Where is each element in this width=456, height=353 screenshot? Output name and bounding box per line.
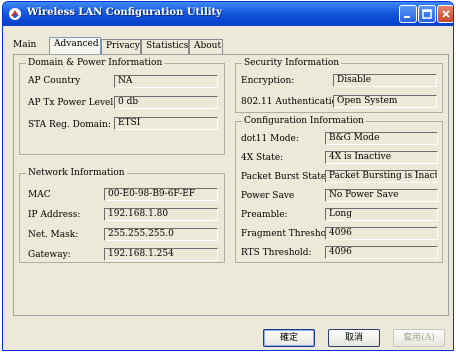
fragment-threshold-label: Fragment Threshold: <box>241 229 338 239</box>
security-group: Security Information Encryption: Disable… <box>235 58 443 113</box>
mac-label: MAC <box>28 190 51 200</box>
4x-state-value: 4X is Inactive <box>325 151 438 164</box>
authentication-value: Open System <box>333 95 437 108</box>
4x-state-label: 4X State: <box>241 153 284 163</box>
tab-statistics[interactable]: Statistics <box>141 39 189 54</box>
ip-address-value: 192.168.1.80 <box>104 208 218 221</box>
sta-reg-domain-value: ETSI <box>114 117 218 130</box>
mac-value: 00-E0-98-B9-6F-EF <box>104 188 218 201</box>
minimize-button[interactable] <box>399 5 417 23</box>
fragment-threshold-value: 4096 <box>325 227 438 240</box>
tab-about[interactable]: About <box>189 39 223 54</box>
net-mask-label: Net. Mask: <box>28 230 79 240</box>
domain-power-legend: Domain & Power Information <box>26 58 165 68</box>
apply-button[interactable]: 套用(A) <box>393 329 445 347</box>
net-mask-value: 255.255.255.0 <box>104 228 218 241</box>
network-legend: Network Information <box>26 168 127 178</box>
packet-burst-label: Packet Burst State: <box>241 172 330 182</box>
ap-tx-power-label: AP Tx Power Level: <box>28 98 117 108</box>
wireless-app-icon <box>9 8 21 20</box>
window-title: Wireless LAN Configuration Utility <box>27 7 222 18</box>
ip-address-label: IP Address: <box>28 210 81 220</box>
dot11-mode-value: B&G Mode <box>325 132 438 145</box>
power-save-label: Power Save <box>241 191 295 201</box>
power-save-value: No Power Save <box>325 189 438 202</box>
ap-country-value: NA <box>114 75 218 88</box>
tab-privacy[interactable]: Privacy <box>101 39 141 54</box>
sta-reg-domain-label: STA Reg. Domain: <box>28 120 111 130</box>
network-group: Network Information MAC 00-E0-98-B9-6F-E… <box>19 168 225 263</box>
configuration-legend: Configuration Information <box>242 116 366 126</box>
encryption-value: Disable <box>333 74 437 87</box>
dot11-mode-label: dot11 Mode: <box>241 134 299 144</box>
security-legend: Security Information <box>242 58 342 68</box>
preamble-label: Preamble: <box>241 210 288 220</box>
encryption-label: Encryption: <box>241 76 295 86</box>
utility-window: Wireless LAN Configuration Utility Main … <box>2 1 454 351</box>
ok-button[interactable]: 確定 <box>263 329 315 347</box>
close-button[interactable] <box>437 5 453 23</box>
rts-threshold-value: 4096 <box>325 246 438 259</box>
advanced-panel: Domain & Power Information AP Country NA… <box>13 54 449 316</box>
title-bar[interactable]: Wireless LAN Configuration Utility <box>3 2 453 26</box>
gateway-value: 192.168.1.254 <box>104 248 218 261</box>
ap-tx-power-value: 0 db <box>114 96 218 109</box>
tab-main[interactable]: Main <box>13 39 41 54</box>
configuration-group: Configuration Information dot11 Mode: B&… <box>235 116 443 263</box>
minimize-icon <box>404 16 410 18</box>
preamble-value: Long <box>325 208 438 221</box>
close-icon <box>441 10 450 18</box>
maximize-icon <box>422 9 432 19</box>
authentication-label: 802.11 Authentication: <box>241 97 346 107</box>
packet-burst-value: Packet Bursting is Inactive <box>325 170 438 183</box>
maximize-button[interactable] <box>418 5 436 23</box>
tab-advanced[interactable]: Advanced <box>49 37 101 55</box>
ap-country-label: AP Country <box>28 76 81 86</box>
rts-threshold-label: RTS Threshold: <box>241 248 312 258</box>
cancel-button[interactable]: 取消 <box>328 329 380 347</box>
domain-power-group: Domain & Power Information AP Country NA… <box>19 58 225 155</box>
gateway-label: Gateway: <box>28 250 71 260</box>
